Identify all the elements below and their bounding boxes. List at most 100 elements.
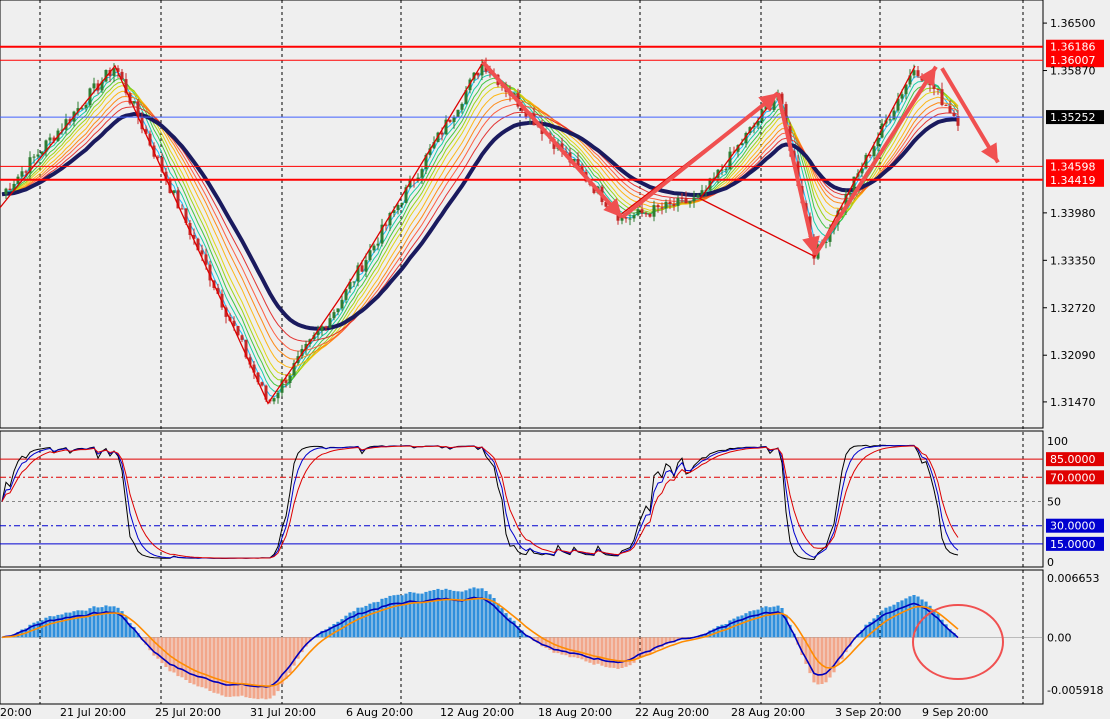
macd-bar: [384, 597, 388, 638]
macd-tick-label: 0.00: [1047, 631, 1072, 644]
macd-bar: [364, 605, 368, 638]
macd-bar: [376, 601, 380, 638]
macd-bar: [388, 595, 392, 638]
macd-bar: [756, 609, 760, 638]
candle-body: [916, 70, 920, 77]
macd-bar: [204, 637, 208, 689]
macd-bar: [456, 591, 460, 638]
macd-bar: [244, 637, 248, 698]
candle-body: [364, 260, 368, 272]
candle-body: [24, 171, 28, 173]
macd-bar: [460, 591, 464, 638]
macd-bar: [764, 606, 768, 638]
macd-bar: [736, 616, 740, 638]
candle-body: [200, 250, 204, 255]
macd-bar: [268, 637, 272, 699]
macd-bar: [448, 589, 452, 638]
candle-body: [4, 188, 8, 195]
macd-bar: [772, 606, 776, 638]
level-label: 1.36186: [1050, 41, 1096, 54]
macd-bar: [888, 606, 892, 638]
macd-bar: [468, 588, 472, 638]
macd-bar: [380, 598, 384, 638]
macd-bar: [904, 598, 908, 638]
time-tick-label: 20:00: [0, 706, 32, 719]
macd-bar: [116, 607, 120, 638]
macd-bar: [568, 637, 572, 658]
candle-body: [900, 94, 904, 99]
price-tick-label: 1.31470: [1050, 396, 1096, 409]
candle-body: [668, 201, 672, 204]
candle-body: [872, 146, 876, 157]
price-tick-label: 1.32720: [1050, 302, 1096, 315]
candle-body: [20, 171, 24, 177]
price-tick-label: 1.36500: [1050, 17, 1096, 30]
candle-body: [240, 335, 244, 340]
candle-body: [360, 265, 364, 272]
price-tick-label: 1.33350: [1050, 254, 1096, 267]
candle-body: [288, 375, 292, 383]
macd-bar: [80, 610, 84, 638]
macd-bar: [908, 596, 912, 638]
macd-bar: [88, 608, 92, 638]
price-tick-label: 1.32090: [1050, 349, 1096, 362]
candle-body: [696, 195, 700, 198]
stoch-level-label: 85.0000: [1050, 453, 1096, 466]
macd-bar: [608, 637, 612, 668]
candle-body: [676, 198, 680, 206]
macd-bar: [272, 637, 276, 696]
macd-bar: [372, 602, 376, 638]
macd-bar: [436, 588, 440, 638]
candle-body: [952, 113, 956, 116]
macd-bar: [188, 637, 192, 683]
macd-bar: [440, 589, 444, 638]
macd-bar: [220, 637, 224, 696]
macd-bar: [452, 590, 456, 638]
macd-bar: [600, 637, 604, 666]
macd-bar: [240, 637, 244, 696]
candle-body: [888, 119, 892, 121]
macd-bar: [108, 606, 112, 638]
candle-body: [640, 209, 644, 214]
macd-bar: [112, 606, 116, 638]
candle-body: [636, 209, 640, 216]
macd-bar: [252, 637, 256, 699]
candle-body: [400, 203, 404, 205]
macd-bar: [400, 595, 404, 638]
macd-bar: [92, 606, 96, 638]
macd-bar: [392, 595, 396, 638]
candle-body: [632, 215, 636, 219]
macd-bar: [104, 605, 108, 638]
candle-body: [692, 197, 696, 202]
macd-bar: [916, 596, 920, 638]
time-tick-label: 6 Aug 20:00: [346, 706, 413, 719]
candle-body: [688, 201, 692, 204]
time-tick-label: 28 Aug 20:00: [731, 706, 805, 719]
macd-bar: [208, 637, 212, 691]
candle-body: [84, 105, 88, 108]
macd-bar: [584, 637, 588, 662]
candle-body: [260, 382, 264, 386]
candle-body: [452, 117, 456, 122]
macd-bar: [56, 614, 60, 638]
macd-bar: [752, 610, 756, 638]
candle-body: [672, 204, 676, 206]
macd-bar: [428, 590, 432, 638]
candle-body: [724, 169, 728, 171]
candle-body: [656, 205, 660, 208]
price-tick-label: 1.35870: [1050, 65, 1096, 78]
candle-body: [276, 392, 280, 399]
macd-bar: [228, 637, 232, 697]
macd-bar: [200, 637, 204, 688]
candle-body: [92, 83, 96, 89]
macd-bar: [356, 607, 360, 638]
candle-body: [328, 318, 332, 328]
time-tick-label: 12 Aug 20:00: [440, 706, 514, 719]
candle-body: [660, 207, 664, 209]
level-label: 1.34419: [1050, 174, 1096, 187]
time-tick-label: 22 Aug 20:00: [635, 706, 709, 719]
candle-body: [340, 299, 344, 309]
macd-bar: [596, 637, 600, 664]
macd-bar: [896, 602, 900, 638]
stoch-level-label: 15.0000: [1050, 538, 1096, 551]
